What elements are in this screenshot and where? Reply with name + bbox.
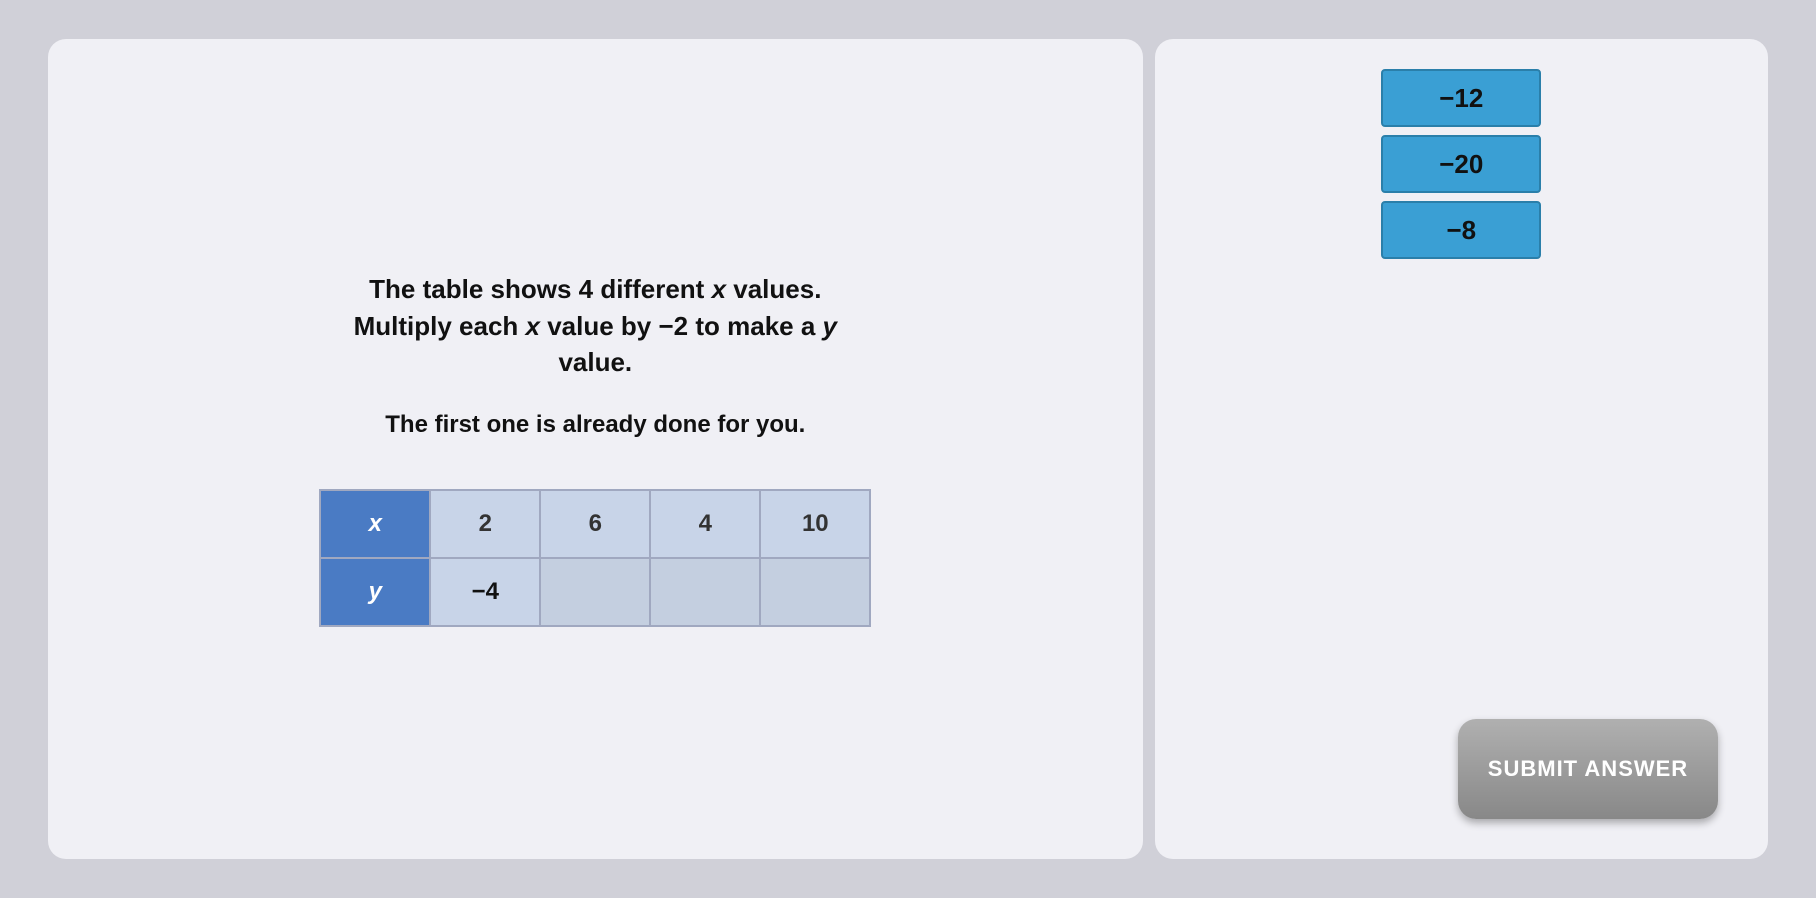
- table-y-empty-1[interactable]: [540, 558, 650, 626]
- question-panel: The table shows 4 different x values. Mu…: [48, 39, 1143, 859]
- table-y-empty-3[interactable]: [760, 558, 870, 626]
- table-x-val-1: 2: [430, 490, 540, 558]
- subtitle-text: The first one is already done for you.: [385, 411, 805, 439]
- question-text: The table shows 4 different x values. Mu…: [354, 271, 837, 380]
- table-x-val-4: 10: [760, 490, 870, 558]
- answer-panel: −12 −20 −8 SUBMIT ANSWER: [1155, 39, 1768, 859]
- table-y-given: −4: [430, 558, 540, 626]
- table-y-empty-2[interactable]: [650, 558, 760, 626]
- data-table: x 2 6 4 10 y −4: [319, 489, 871, 627]
- table-x-val-2: 6: [540, 490, 650, 558]
- answer-tile-2[interactable]: −20: [1381, 135, 1541, 193]
- answer-tile-3[interactable]: −8: [1381, 201, 1541, 259]
- answer-tile-1[interactable]: −12: [1381, 69, 1541, 127]
- submit-answer-button[interactable]: SUBMIT ANSWER: [1458, 719, 1718, 819]
- table-x-val-3: 4: [650, 490, 760, 558]
- table-header-x: x: [320, 490, 430, 558]
- table-header-y: y: [320, 558, 430, 626]
